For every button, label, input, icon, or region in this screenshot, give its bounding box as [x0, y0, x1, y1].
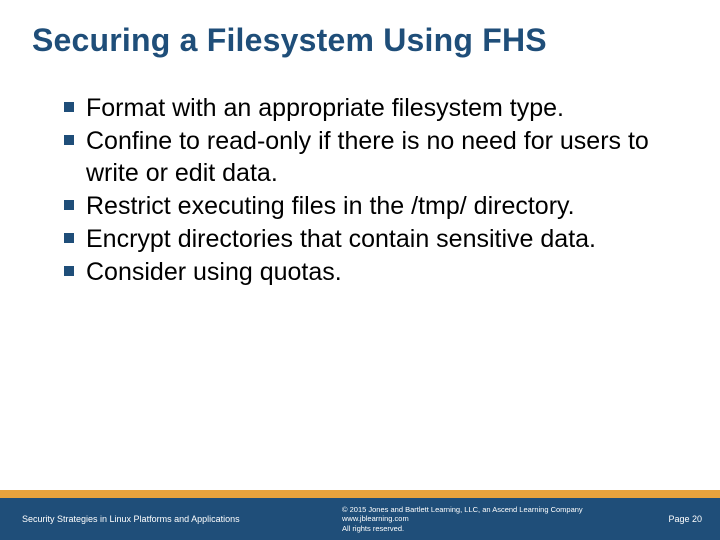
- footer: Security Strategies in Linux Platforms a…: [0, 498, 720, 540]
- footer-center: © 2015 Jones and Bartlett Learning, LLC,…: [342, 505, 642, 533]
- list-item: Consider using quotas.: [64, 257, 680, 288]
- bullet-list: Format with an appropriate filesystem ty…: [64, 93, 680, 289]
- list-item: Confine to read-only if there is no need…: [64, 126, 680, 189]
- footer-accent-bar: [0, 490, 720, 498]
- footer-copyright: © 2015 Jones and Bartlett Learning, LLC,…: [342, 505, 642, 514]
- footer-page-number: Page 20: [642, 514, 702, 524]
- footer-left-text: Security Strategies in Linux Platforms a…: [22, 514, 342, 524]
- footer-rights: All rights reserved.: [342, 524, 642, 533]
- list-item: Restrict executing files in the /tmp/ di…: [64, 191, 680, 222]
- footer-url: www.jblearning.com: [342, 514, 642, 523]
- content-area: Format with an appropriate filesystem ty…: [0, 69, 720, 498]
- list-item: Format with an appropriate filesystem ty…: [64, 93, 680, 124]
- page-title: Securing a Filesystem Using FHS: [0, 0, 720, 69]
- list-item: Encrypt directories that contain sensiti…: [64, 224, 680, 255]
- slide: Securing a Filesystem Using FHS Format w…: [0, 0, 720, 540]
